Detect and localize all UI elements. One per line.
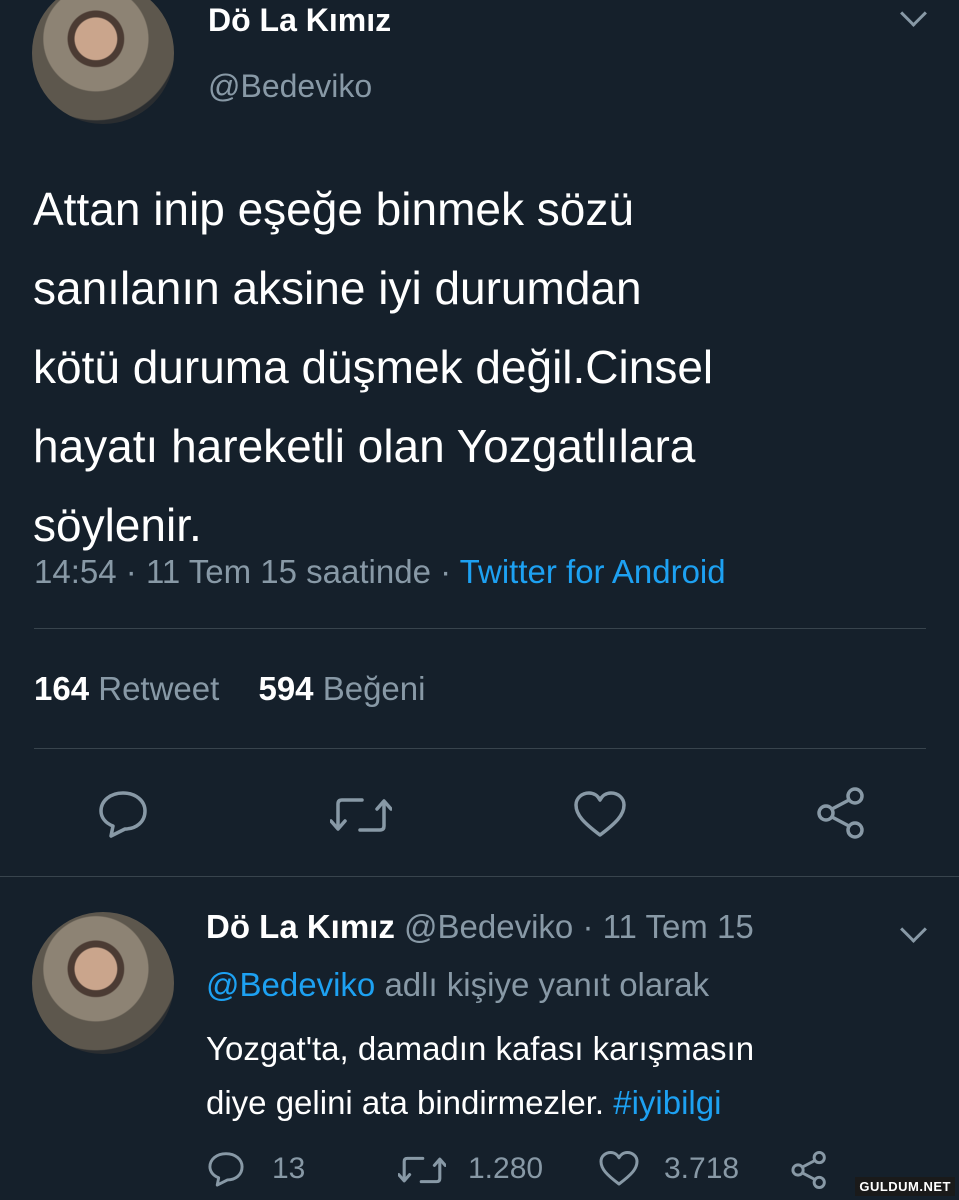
divider <box>0 876 959 877</box>
main-tweet-display-name[interactable]: Dö La Kımız <box>208 2 391 39</box>
main-tweet-client-link[interactable]: Twitter for Android <box>460 553 726 590</box>
site-watermark: GULDUM.NET <box>855 1177 955 1196</box>
reply-to-label: adlı kişiye yanıt olarak <box>384 966 710 1003</box>
reply-icon[interactable] <box>206 1150 246 1188</box>
like-icon[interactable] <box>598 1150 640 1188</box>
retweet-count-link[interactable]: 164 Retweet <box>34 670 228 707</box>
like-label: Beğeni <box>322 670 426 707</box>
reply-tweet-action-bar: 13 1.280 3.718 <box>206 1150 846 1194</box>
main-tweet-menu-chevron-icon[interactable] <box>900 0 927 27</box>
reply-icon[interactable] <box>96 788 150 840</box>
main-tweet-timestamp-row: 14:54 · 11 Tem 15 saatinde · Twitter for… <box>34 553 726 591</box>
main-tweet-text-line: Attan inip eşeğe binmek sözü <box>33 183 634 235</box>
reply-tweet-display-name[interactable]: Dö La Kımız <box>206 908 395 945</box>
hashtag-link[interactable]: #iyibilgi <box>613 1084 721 1121</box>
reply-tweet-menu-chevron-icon[interactable] <box>900 916 927 943</box>
divider <box>34 628 926 629</box>
like-count: 3.718 <box>664 1152 740 1185</box>
reply-tweet-text-line-prefix: diye gelini ata bindirmezler. <box>206 1084 605 1121</box>
main-tweet-text-line: hayatı hareketli olan Yozgatlılara <box>33 420 696 472</box>
divider <box>34 748 926 749</box>
reply-to-line: @Bedeviko adlı kişiye yanıt olarak <box>206 966 709 1004</box>
reply-tweet-text-line: Yozgat'ta, damadın kafası karışmasın <box>206 1030 755 1067</box>
main-tweet-text-line: sanılanın aksine iyi durumdan <box>33 262 642 314</box>
reply-tweet-text: Yozgat'ta, damadın kafası karışmasın diy… <box>206 1022 754 1130</box>
retweet-icon[interactable] <box>330 792 392 838</box>
reply-tweet-avatar[interactable] <box>32 912 174 1054</box>
reply-tweet-text-line: diye gelini ata bindirmezler. #iyibilgi <box>206 1076 754 1130</box>
separator-dot: · <box>125 553 137 590</box>
reply-tweet-handle[interactable]: @Bedeviko <box>404 908 573 945</box>
separator-dot: · <box>440 553 452 590</box>
reply-count: 13 <box>272 1152 306 1185</box>
reply-tweet-header: Dö La Kımız @Bedeviko · 11 Tem 15 <box>206 908 754 946</box>
main-tweet-time[interactable]: 14:54 <box>34 553 117 590</box>
main-tweet-date[interactable]: 11 Tem 15 saatinde <box>146 553 431 590</box>
main-tweet-text-line: kötü duruma düşmek değil.Cinsel <box>33 341 714 393</box>
main-tweet-avatar[interactable] <box>32 0 174 124</box>
retweet-count: 1.280 <box>468 1152 544 1185</box>
retweet-label: Retweet <box>98 670 220 707</box>
reply-tweet-date[interactable]: · 11 Tem 15 <box>582 908 753 945</box>
share-icon[interactable] <box>790 1150 828 1190</box>
like-icon[interactable] <box>572 790 628 840</box>
retweet-icon[interactable] <box>398 1152 446 1188</box>
main-tweet-stats-row: 164 Retweet 594 Beğeni <box>34 670 425 708</box>
main-tweet-text: Attan inip eşeğe binmek sözü sanılanın a… <box>33 170 713 565</box>
retweet-count: 164 <box>34 670 90 707</box>
share-icon[interactable] <box>815 786 867 840</box>
like-count: 594 <box>258 670 314 707</box>
like-count-link[interactable]: 594 Beğeni <box>258 670 425 707</box>
reply-to-handle-link[interactable]: @Bedeviko <box>206 966 375 1003</box>
main-tweet-handle[interactable]: @Bedeviko <box>208 68 372 105</box>
